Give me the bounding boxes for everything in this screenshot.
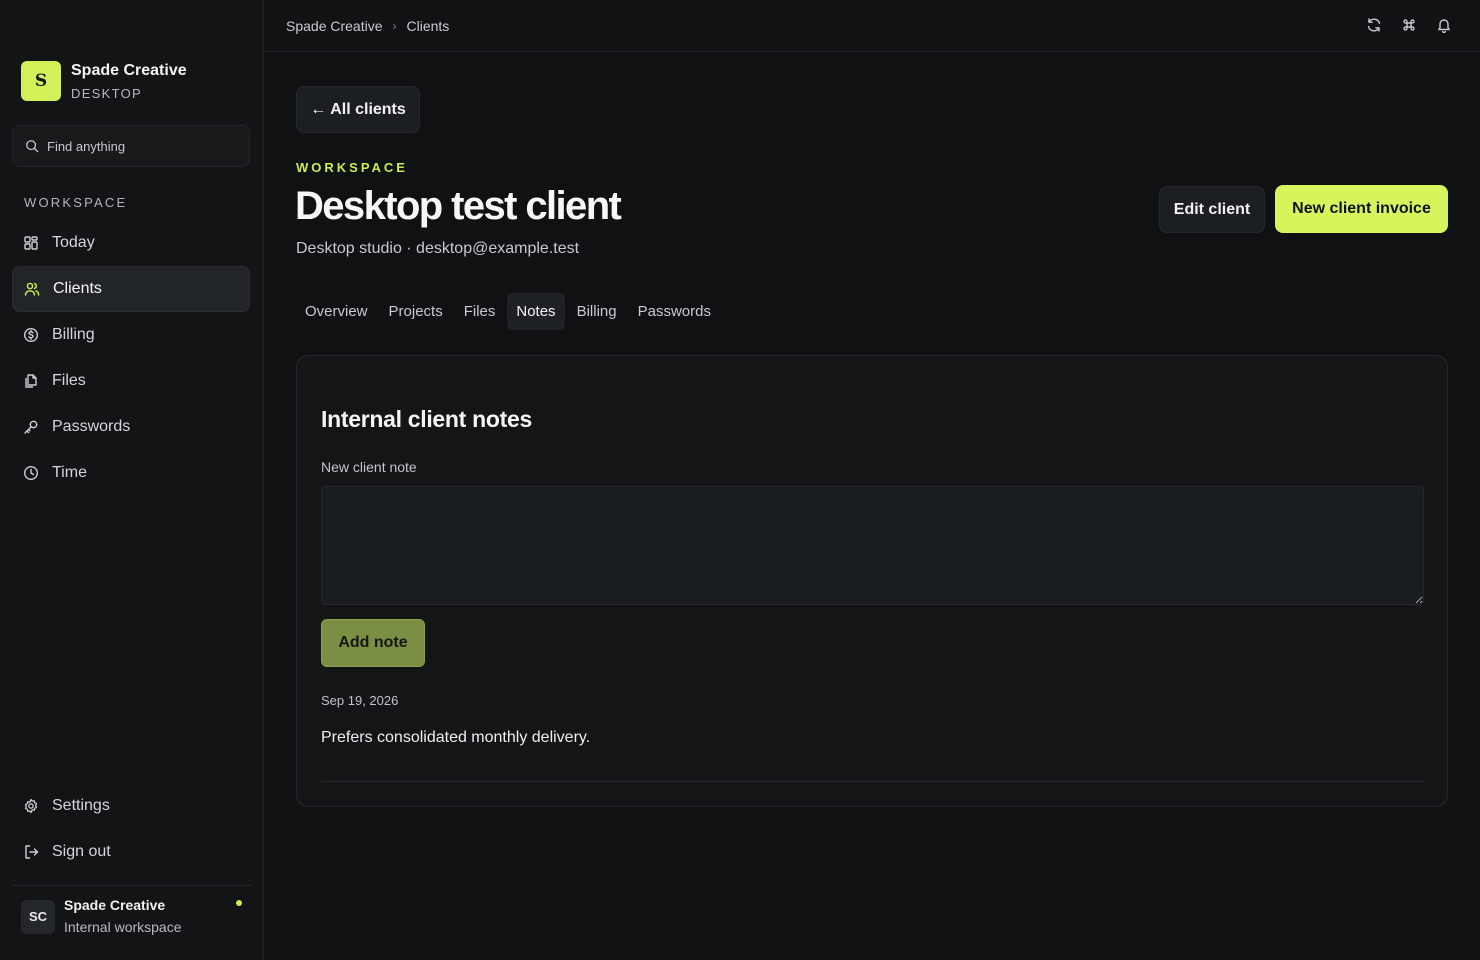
breadcrumb: Spade Creative › Clients: [286, 18, 449, 34]
sidebar-bottom-nav: Settings Sign out: [12, 783, 250, 875]
brand[interactable]: S Spade Creative DESKTOP: [21, 61, 187, 101]
brand-name: Spade Creative: [71, 62, 187, 79]
sidebar-item-label: Clients: [53, 280, 102, 297]
sidebar-item-passwords[interactable]: Passwords: [12, 404, 250, 450]
page-subtitle: Desktop studio · desktop@example.test: [296, 240, 580, 257]
topbar: Spade Creative › Clients: [264, 0, 1480, 52]
notes-card-title: Internal client notes: [321, 406, 532, 432]
edit-client-button[interactable]: Edit client: [1159, 186, 1265, 233]
arrow-left-icon: ←: [310, 100, 327, 118]
brand-subtitle: DESKTOP: [71, 86, 142, 101]
main-content: Spade Creative › Clients ← All clients W…: [264, 0, 1480, 960]
files-icon: [25, 374, 37, 388]
dollar-circle-icon: [23, 327, 39, 343]
avatar: SC: [21, 899, 55, 934]
refresh-icon[interactable]: [1366, 17, 1382, 33]
page-eyebrow: WORKSPACE: [296, 160, 408, 175]
sidebar-item-time[interactable]: Time: [12, 450, 250, 496]
page-title: Desktop test client: [295, 184, 622, 228]
users-icon: [24, 282, 40, 296]
sidebar-item-label: Settings: [52, 797, 110, 814]
sidebar-item-sign-out[interactable]: Sign out: [12, 829, 250, 875]
sidebar-item-label: Passwords: [52, 418, 131, 435]
brand-logo: S: [21, 61, 61, 101]
sidebar-item-today[interactable]: Today: [12, 220, 250, 266]
tab-notes[interactable]: Notes: [507, 293, 565, 330]
tab-billing[interactable]: Billing: [568, 293, 626, 330]
new-note-textarea[interactable]: [321, 486, 1424, 605]
notes-card: Internal client notes New client note Ad…: [296, 355, 1448, 807]
search-icon: [26, 140, 39, 153]
sidebar-item-label: Files: [52, 372, 86, 389]
app-window: S Spade Creative DESKTOP Find anything W…: [0, 0, 1480, 960]
command-icon[interactable]: [1401, 17, 1417, 33]
bell-icon[interactable]: [1436, 17, 1452, 33]
new-note-label: New client note: [321, 459, 417, 475]
breadcrumb-item-workspace[interactable]: Spade Creative: [286, 18, 383, 34]
user-name: Spade Creative: [64, 897, 166, 913]
sidebar-item-settings[interactable]: Settings: [12, 783, 250, 829]
key-icon: [24, 420, 38, 434]
gear-icon: [24, 798, 38, 814]
online-status-dot: [236, 900, 242, 906]
note-body: Prefers consolidated monthly delivery.: [321, 729, 591, 746]
tab-projects[interactable]: Projects: [380, 293, 452, 330]
sidebar-item-label: Time: [52, 464, 87, 481]
sidebar-item-label: Sign out: [52, 843, 111, 860]
search-input[interactable]: Find anything: [12, 125, 250, 167]
user-divider: [12, 885, 252, 886]
new-client-invoice-button[interactable]: New client invoice: [1275, 185, 1448, 233]
breadcrumb-item-clients[interactable]: Clients: [407, 18, 450, 34]
sidebar-item-clients[interactable]: Clients: [12, 266, 250, 312]
user-subtitle: Internal workspace: [64, 919, 182, 935]
note-date: Sep 19, 2026: [321, 693, 399, 708]
sign-out-icon: [25, 845, 39, 859]
add-note-button[interactable]: Add note: [321, 619, 425, 667]
search-placeholder: Find anything: [47, 138, 126, 154]
grid-icon: [24, 236, 38, 250]
clock-icon: [23, 465, 39, 481]
sidebar-item-files[interactable]: Files: [12, 358, 250, 404]
user-profile[interactable]: SC Spade Creative Internal workspace: [21, 897, 246, 936]
topbar-actions: [1366, 17, 1452, 33]
all-clients-button[interactable]: ← All clients: [296, 86, 420, 133]
sidebar-item-billing[interactable]: Billing: [12, 312, 250, 358]
chevron-right-icon: ›: [392, 19, 397, 33]
sidebar: S Spade Creative DESKTOP Find anything W…: [0, 0, 264, 960]
tab-overview[interactable]: Overview: [296, 293, 377, 330]
client-tabs: Overview Projects Files Notes Billing Pa…: [296, 293, 723, 330]
tab-passwords[interactable]: Passwords: [629, 293, 720, 330]
sidebar-nav: Today Clients Billing Files Passwords Ti…: [12, 220, 250, 496]
note-divider: [321, 781, 1424, 782]
sidebar-item-label: Today: [52, 234, 95, 251]
sidebar-item-label: Billing: [52, 326, 95, 343]
all-clients-label: All clients: [330, 100, 406, 118]
section-label-workspace: WORKSPACE: [24, 195, 128, 210]
tab-files[interactable]: Files: [455, 293, 505, 330]
